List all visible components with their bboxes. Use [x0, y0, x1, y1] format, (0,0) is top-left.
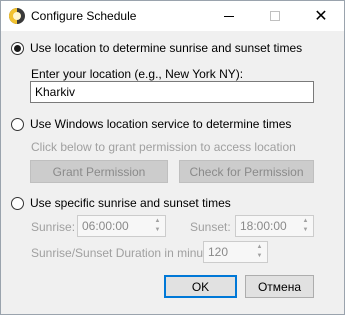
sunset-label: Sunset: [190, 220, 231, 234]
minimize-icon [224, 15, 234, 17]
permission-hint: Click below to grant permission to acces… [31, 140, 296, 154]
radio-button-selected[interactable] [11, 41, 24, 55]
sunset-input[interactable]: 18:00:00 ▲ ▼ [235, 215, 314, 237]
location-prompt-label: Enter your location (e.g., New York NY): [31, 67, 244, 81]
close-icon: ✕ [314, 6, 328, 25]
radio-button[interactable] [11, 196, 24, 210]
close-button[interactable]: ✕ [298, 1, 344, 31]
duration-input[interactable]: 120 ▲ ▼ [203, 241, 268, 263]
window-title: Configure Schedule [31, 9, 137, 23]
radio-windows-location[interactable]: Use Windows location service to determin… [11, 117, 291, 131]
radio-specific-times-label: Use specific sunrise and sunset times [30, 196, 231, 210]
maximize-button[interactable] [252, 1, 298, 31]
sunrise-value: 06:00:00 [82, 219, 129, 233]
ok-button[interactable]: OK [164, 275, 237, 298]
sunset-value: 18:00:00 [240, 219, 287, 233]
app-icon [9, 8, 25, 24]
radio-windows-location-label: Use Windows location service to determin… [30, 117, 292, 131]
sunrise-label: Sunrise: [31, 220, 76, 234]
title-bar: Configure Schedule ✕ [1, 1, 344, 31]
maximize-icon [270, 11, 280, 21]
grant-permission-button[interactable]: Grant Permission [30, 160, 168, 183]
duration-value: 120 [208, 245, 229, 259]
check-permission-button[interactable]: Check for Permission [179, 160, 314, 183]
radio-use-location-label: Use location to determine sunrise and su… [30, 41, 303, 55]
configure-schedule-dialog: Configure Schedule ✕ Use location to det… [0, 0, 345, 315]
minimize-button[interactable] [206, 1, 252, 31]
sunrise-input[interactable]: 06:00:00 ▲ ▼ [77, 215, 166, 237]
radio-button[interactable] [11, 117, 24, 131]
radio-use-location[interactable]: Use location to determine sunrise and su… [11, 41, 302, 55]
cancel-button[interactable]: Отмена [245, 275, 314, 298]
duration-label: Sunrise/Sunset Duration in minutes: [31, 246, 223, 260]
location-input[interactable]: Kharkiv [30, 81, 314, 103]
radio-specific-times[interactable]: Use specific sunrise and sunset times [11, 196, 231, 210]
sunrise-spinner[interactable]: ▲ ▼ [151, 217, 164, 235]
sunset-spinner[interactable]: ▲ ▼ [299, 217, 312, 235]
duration-spinner[interactable]: ▲ ▼ [253, 243, 266, 261]
